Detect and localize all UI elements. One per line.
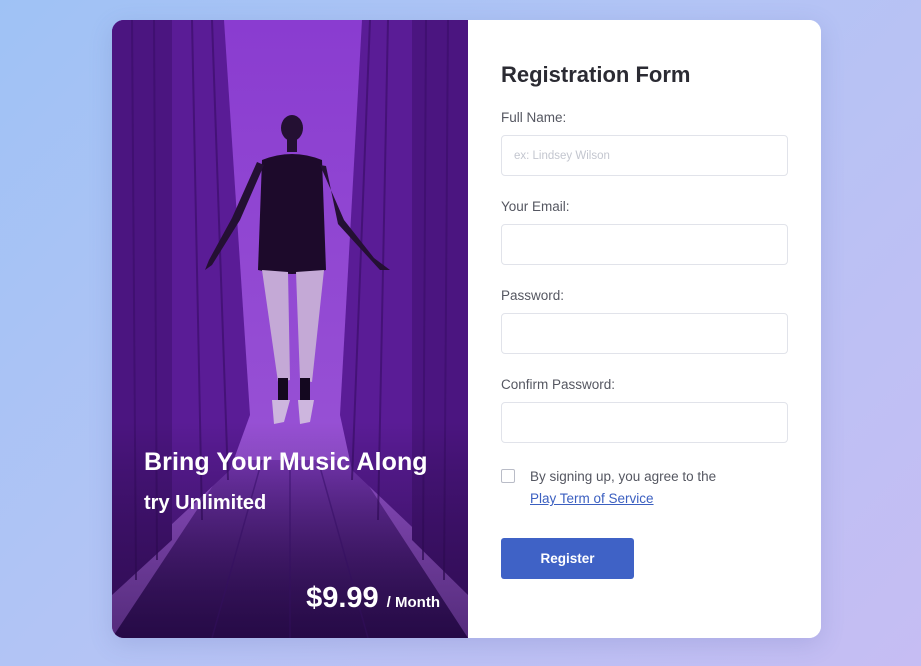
price-period: / Month	[386, 594, 440, 611]
register-button[interactable]: Register	[501, 538, 634, 579]
registration-card: Bring Your Music Along try Unlimited $9.…	[112, 20, 821, 638]
password-label: Password:	[501, 288, 565, 303]
full-name-label: Full Name:	[501, 110, 567, 125]
confirm-password-label: Confirm Password:	[501, 377, 616, 392]
full-name-input[interactable]	[501, 135, 788, 176]
price-tag: $9.99 / Month	[306, 582, 440, 615]
terms-checkbox[interactable]	[501, 469, 515, 483]
email-label: Your Email:	[501, 199, 570, 214]
terms-of-service-link[interactable]: Play Term of Service	[530, 491, 654, 506]
terms-text: By signing up, you agree to the	[530, 469, 717, 484]
price-amount: $9.99	[306, 582, 379, 614]
password-input[interactable]	[501, 313, 788, 354]
promo-headline: Bring Your Music Along	[144, 448, 428, 476]
promo-image	[112, 20, 468, 638]
confirm-password-input[interactable]	[501, 402, 788, 443]
promo-panel: Bring Your Music Along try Unlimited $9.…	[112, 20, 468, 638]
registration-form: Registration Form Full Name: Your Email:…	[468, 20, 821, 638]
promo-subheadline: try Unlimited	[144, 492, 267, 514]
form-title: Registration Form	[501, 62, 691, 87]
email-input[interactable]	[501, 224, 788, 265]
